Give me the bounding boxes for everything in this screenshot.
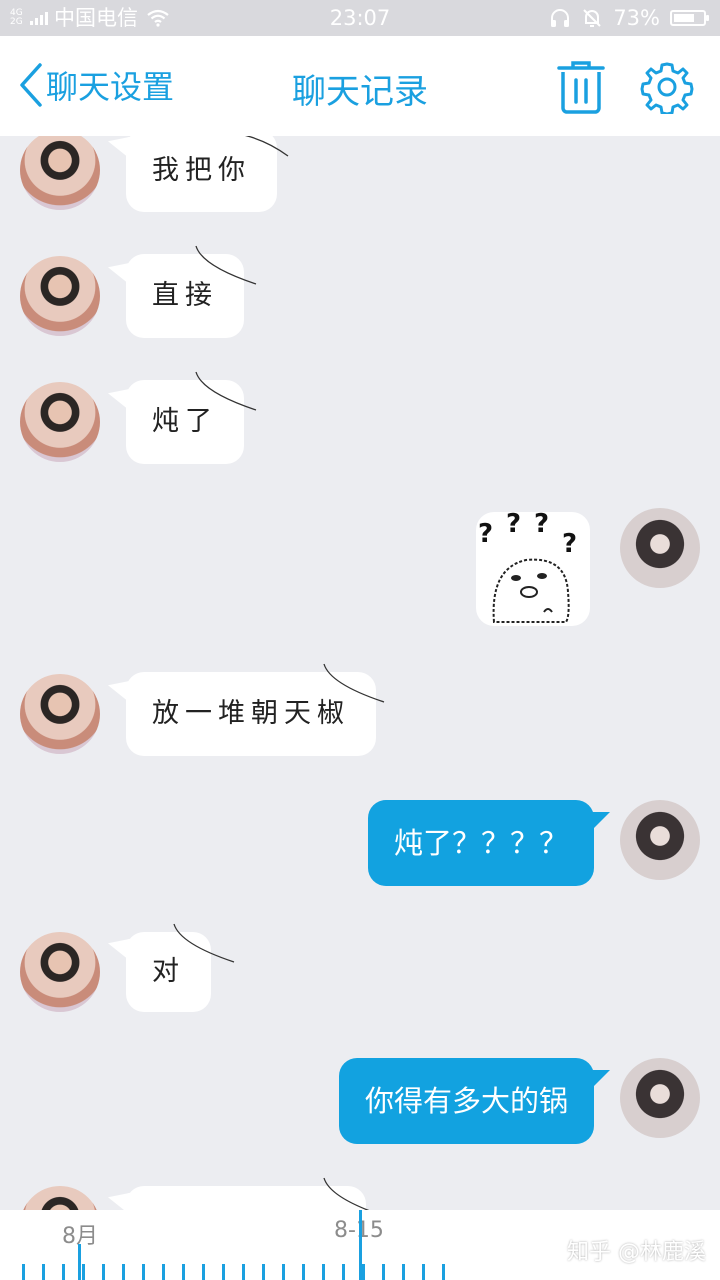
timeline-tick — [342, 1264, 345, 1280]
timeline-tick — [382, 1264, 385, 1280]
page-title: 聊天记录 — [292, 72, 428, 112]
timeline-tick — [22, 1264, 25, 1280]
svg-text:?: ? — [534, 512, 549, 539]
timeline-tick — [262, 1264, 265, 1280]
bubble-curl-decoration — [323, 663, 385, 703]
contact-avatar[interactable] — [20, 1186, 100, 1210]
timeline-tick — [362, 1264, 365, 1280]
svg-text:?: ? — [562, 529, 577, 559]
trash-icon — [557, 61, 605, 114]
svg-text:?: ? — [506, 512, 521, 539]
timeline-tick — [62, 1264, 65, 1280]
timeline-tick — [242, 1264, 245, 1280]
contact-avatar[interactable] — [20, 674, 100, 754]
timeline-tick — [202, 1264, 205, 1280]
headphones-icon — [551, 9, 570, 27]
my-avatar[interactable] — [620, 800, 700, 880]
message-bubble[interactable]: 炖了？？？？ — [367, 800, 594, 886]
bubble-curl-decoration — [173, 923, 235, 963]
contact-avatar[interactable] — [20, 382, 100, 462]
message-bubble[interactable]: 你得有多大的锅 — [338, 1058, 594, 1144]
timeline-tick — [302, 1264, 305, 1280]
timeline-tick — [222, 1264, 225, 1280]
bubble-tail — [588, 812, 610, 834]
timeline-tick — [442, 1264, 445, 1280]
bubble-curl-decoration — [195, 371, 257, 411]
bubble-curl-decoration — [195, 245, 257, 285]
timeline-tick — [82, 1264, 85, 1280]
bubble-tail — [588, 1070, 610, 1092]
contact-avatar[interactable] — [20, 256, 100, 336]
question-marks-bear-sticker: ???? — [478, 512, 577, 623]
mute-bell-icon — [583, 9, 602, 27]
timeline-tick — [322, 1264, 325, 1280]
watermark: 知乎 @林鹿溪 — [567, 1240, 706, 1265]
chat-list[interactable]: 我把你 直接 炖了 ???? 放一堆朝天椒 炖了？？？？ 对 你得有多大的锅 — [0, 136, 720, 1210]
timeline-tick — [422, 1264, 425, 1280]
timeline-tick — [142, 1264, 145, 1280]
timeline-tick — [182, 1264, 185, 1280]
trash-button[interactable] — [556, 60, 606, 114]
contact-avatar[interactable] — [20, 136, 100, 210]
timeline-tick — [282, 1264, 285, 1280]
battery-icon — [670, 10, 709, 26]
timeline-cursor[interactable] — [359, 1210, 362, 1280]
date-timeline[interactable]: 8月 8-15 知乎 @林鹿溪 — [0, 1210, 720, 1280]
contact-avatar[interactable] — [20, 932, 100, 1012]
settings-button[interactable] — [640, 60, 694, 116]
timeline-tick — [102, 1264, 105, 1280]
svg-text:?: ? — [478, 519, 493, 549]
battery-percent: 73% — [613, 6, 660, 30]
status-bar: 4G 2G 中国电信 23:07 73% — [0, 0, 720, 36]
timeline-tick — [162, 1264, 165, 1280]
gear-icon — [640, 62, 694, 116]
my-avatar[interactable] — [620, 1058, 700, 1138]
bubble-curl-decoration — [323, 1177, 370, 1210]
timeline-tick — [402, 1264, 405, 1280]
timeline-tick — [122, 1264, 125, 1280]
bubble-curl-decoration — [244, 136, 289, 157]
chat-header: 聊天设置 聊天记录 — [0, 36, 720, 136]
my-avatar[interactable] — [620, 508, 700, 588]
sticker-message[interactable]: ???? — [476, 512, 590, 626]
timeline-tick — [42, 1264, 45, 1280]
